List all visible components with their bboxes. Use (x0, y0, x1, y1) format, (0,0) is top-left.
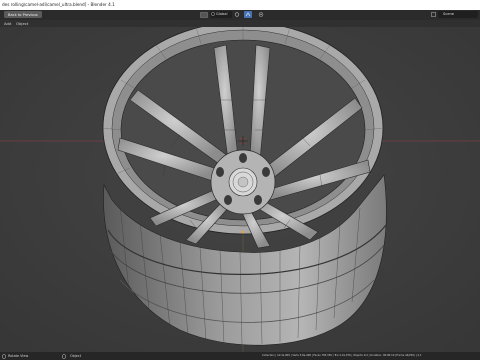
status-stats: Collection | Circle.009 | Verts 3,8e,496… (262, 354, 422, 358)
mouse-icon (2, 353, 6, 359)
menu-add[interactable]: Add (4, 21, 11, 26)
scene-label: Scene (443, 12, 454, 16)
cursor-icon (62, 353, 66, 359)
viewport-scene (0, 27, 480, 352)
menu-object[interactable]: Object (16, 21, 28, 26)
viewport-header (0, 20, 480, 27)
pivot-icon[interactable] (234, 12, 240, 17)
global-orientation-icon (211, 12, 215, 17)
window-title: des rolling\camel-adi\camel_ultra.blend]… (2, 2, 115, 7)
transform-orientation-label: Global (216, 12, 228, 17)
object-origin (241, 230, 245, 234)
status-left-hint: Rotate View (8, 354, 29, 358)
status-mid-hint: Object (70, 354, 82, 358)
scene-icon (431, 11, 436, 18)
proportional-icon[interactable] (258, 12, 264, 17)
object-mode-icon[interactable] (200, 12, 208, 18)
back-to-previous-button[interactable]: Back to Previous (4, 11, 42, 18)
transform-orientation-dropdown[interactable]: Global (210, 11, 232, 18)
status-bar: Rotate View Object Collection | Circle.0… (0, 352, 480, 360)
window-titlebar: des rolling\camel-adi\camel_ultra.blend]… (0, 0, 480, 10)
scene-selector[interactable]: Scene (431, 11, 478, 18)
3d-viewport[interactable] (0, 27, 480, 352)
snap-icon[interactable] (244, 11, 252, 18)
